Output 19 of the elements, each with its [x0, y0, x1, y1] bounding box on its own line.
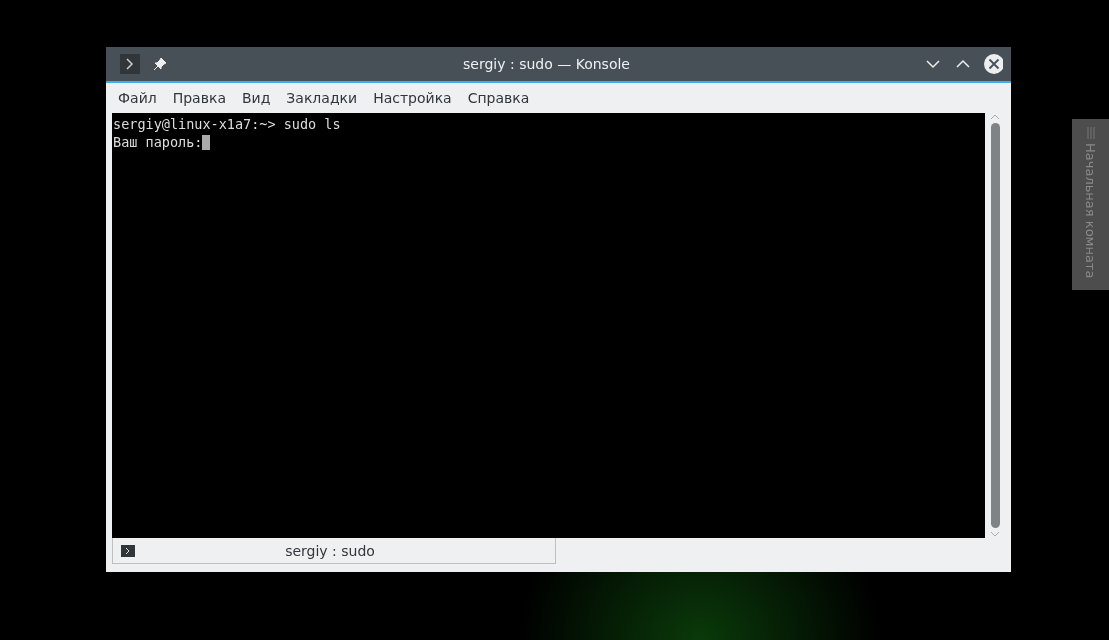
- menu-item[interactable]: Вид: [235, 88, 277, 108]
- chevron-down-icon: [926, 59, 940, 69]
- terminal-line: Ваш пароль:: [113, 133, 203, 151]
- chevron-up-icon: [956, 59, 970, 69]
- prompt-menu-button[interactable]: [120, 54, 140, 74]
- window-title: sergiy : sudo — Konsole: [462, 56, 631, 72]
- close-button[interactable]: [983, 54, 1003, 74]
- terminal-line: sergiy@linux-x1a7:~> sudo ls: [113, 115, 341, 133]
- side-panel-label: Начальная комната: [1083, 143, 1098, 279]
- menu-item[interactable]: Закладки: [280, 88, 364, 108]
- menu-item[interactable]: Справка: [461, 88, 536, 108]
- terminal-area[interactable]: sergiy@linux-x1a7:~> sudo ls Ваш пароль:: [112, 113, 985, 538]
- scrollbar-thumb[interactable]: [990, 123, 1000, 528]
- menu-item[interactable]: Файл: [112, 88, 163, 108]
- menu-item[interactable]: Настройка: [367, 88, 458, 108]
- terminal-tab[interactable]: sergiy : sudo: [112, 538, 556, 564]
- prompt-icon: [121, 544, 135, 557]
- chevron-right-icon: [125, 58, 135, 70]
- menu-item[interactable]: Правка: [166, 88, 232, 108]
